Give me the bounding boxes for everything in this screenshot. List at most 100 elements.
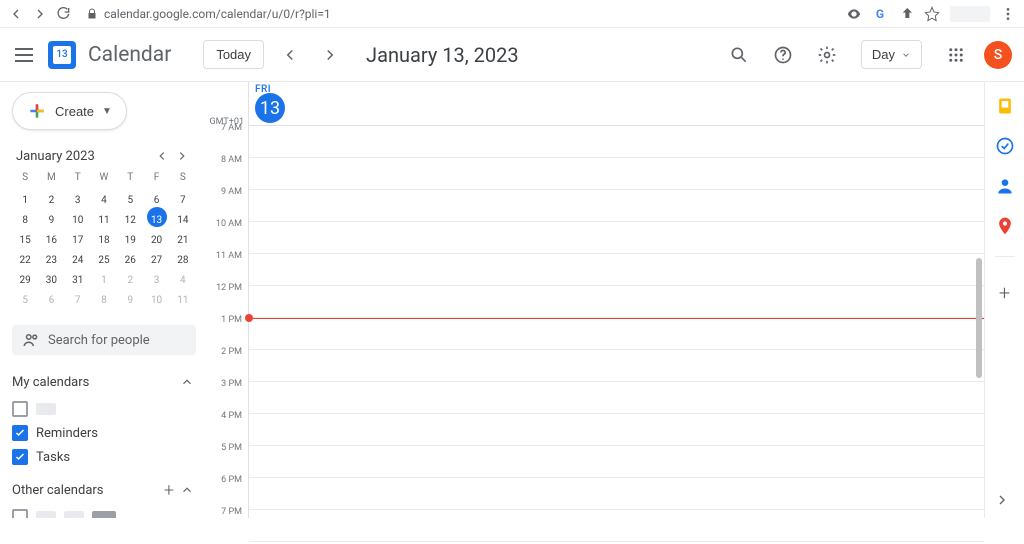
mini-day[interactable]: 22 bbox=[15, 247, 35, 267]
hour-row[interactable] bbox=[249, 190, 984, 222]
hour-row[interactable] bbox=[249, 222, 984, 254]
hour-row[interactable] bbox=[249, 286, 984, 318]
mini-day[interactable]: 30 bbox=[41, 267, 61, 287]
calendar-logo[interactable]: 13 bbox=[48, 41, 76, 69]
mini-day[interactable]: 16 bbox=[41, 227, 61, 247]
keep-icon[interactable] bbox=[995, 96, 1015, 116]
mini-day[interactable]: 14 bbox=[173, 207, 193, 227]
mini-day[interactable]: 10 bbox=[147, 287, 167, 307]
hour-row[interactable] bbox=[249, 350, 984, 382]
mini-day[interactable]: 27 bbox=[147, 247, 167, 267]
hour-row[interactable] bbox=[249, 446, 984, 478]
reload-icon[interactable] bbox=[56, 6, 72, 22]
mini-next-button[interactable] bbox=[172, 146, 192, 166]
mini-day[interactable]: 1 bbox=[94, 267, 114, 287]
mini-day[interactable]: 21 bbox=[173, 227, 193, 247]
calendar-checkbox[interactable] bbox=[12, 509, 28, 518]
mini-day[interactable]: 10 bbox=[68, 207, 88, 227]
mini-day[interactable]: 6 bbox=[147, 187, 167, 207]
mini-day[interactable]: 7 bbox=[173, 187, 193, 207]
view-switcher[interactable]: Day bbox=[861, 40, 922, 69]
mini-day[interactable]: 20 bbox=[147, 227, 167, 247]
chevron-down-icon: ▼ bbox=[102, 106, 112, 117]
add-addon-button[interactable]: + bbox=[999, 281, 1010, 305]
create-button[interactable]: Create ▼ bbox=[12, 92, 127, 130]
mini-day[interactable]: 6 bbox=[41, 287, 61, 307]
hour-row[interactable] bbox=[249, 414, 984, 446]
today-button[interactable]: Today bbox=[203, 40, 264, 69]
my-calendars-toggle[interactable]: My calendars bbox=[12, 369, 196, 395]
app-title: Calendar bbox=[88, 43, 171, 67]
mini-day[interactable]: 8 bbox=[15, 207, 35, 227]
help-icon[interactable] bbox=[771, 43, 795, 67]
mini-day[interactable]: 9 bbox=[41, 207, 61, 227]
search-people-input[interactable]: Search for people bbox=[12, 325, 196, 355]
add-calendar-button[interactable]: + bbox=[160, 481, 178, 499]
my-calendars-title: My calendars bbox=[12, 375, 89, 390]
calendar-checkbox[interactable] bbox=[12, 425, 28, 441]
scrollbar-thumb[interactable] bbox=[976, 258, 982, 378]
calendar-checkbox[interactable] bbox=[12, 401, 28, 417]
hour-row[interactable] bbox=[249, 382, 984, 414]
mini-day[interactable]: 28 bbox=[173, 247, 193, 267]
mini-day[interactable]: 24 bbox=[68, 247, 88, 267]
redacted-label bbox=[36, 403, 56, 415]
calendar-checkbox[interactable] bbox=[12, 449, 28, 465]
account-avatar[interactable]: S bbox=[984, 41, 1012, 69]
side-panel-toggle[interactable] bbox=[992, 490, 1012, 510]
tasks-icon[interactable] bbox=[995, 136, 1015, 156]
lock-icon bbox=[86, 8, 98, 20]
mini-day[interactable]: 3 bbox=[147, 267, 167, 287]
mini-day[interactable]: 25 bbox=[94, 247, 114, 267]
mini-day[interactable]: 3 bbox=[68, 187, 88, 207]
mini-day[interactable]: 5 bbox=[15, 287, 35, 307]
mini-dayname: T bbox=[117, 168, 143, 187]
hour-row[interactable] bbox=[249, 126, 984, 158]
eye-icon[interactable] bbox=[846, 6, 862, 22]
back-icon[interactable] bbox=[8, 6, 24, 22]
mini-day[interactable]: 17 bbox=[68, 227, 88, 247]
mini-day[interactable]: 23 bbox=[41, 247, 61, 267]
maps-icon[interactable] bbox=[995, 216, 1015, 236]
apps-icon[interactable] bbox=[944, 43, 968, 67]
mini-day[interactable]: 1 bbox=[15, 187, 35, 207]
mini-day[interactable]: 4 bbox=[173, 267, 193, 287]
mini-day[interactable]: 11 bbox=[94, 207, 114, 227]
mini-day[interactable]: 31 bbox=[68, 267, 88, 287]
mini-day[interactable]: 18 bbox=[94, 227, 114, 247]
hour-row[interactable] bbox=[249, 158, 984, 190]
url-bar[interactable]: calendar.google.com/calendar/u/0/r?pli=1 bbox=[80, 7, 838, 21]
mini-day[interactable]: 2 bbox=[120, 267, 140, 287]
forward-icon[interactable] bbox=[32, 6, 48, 22]
hour-row[interactable] bbox=[249, 510, 984, 542]
mini-day[interactable]: 4 bbox=[94, 187, 114, 207]
menu-icon[interactable] bbox=[12, 43, 36, 67]
mini-day[interactable]: 2 bbox=[41, 187, 61, 207]
mini-day[interactable]: 29 bbox=[15, 267, 35, 287]
share-icon[interactable] bbox=[898, 6, 914, 22]
hour-row[interactable] bbox=[249, 318, 984, 350]
mini-day[interactable]: 13 bbox=[147, 207, 167, 227]
mini-prev-button[interactable] bbox=[152, 146, 172, 166]
mini-day[interactable]: 19 bbox=[120, 227, 140, 247]
settings-icon[interactable] bbox=[815, 43, 839, 67]
prev-day-button[interactable] bbox=[276, 41, 304, 69]
mini-day[interactable]: 15 bbox=[15, 227, 35, 247]
star-icon[interactable] bbox=[924, 6, 940, 22]
hour-row[interactable] bbox=[249, 478, 984, 510]
mini-day[interactable]: 26 bbox=[120, 247, 140, 267]
kebab-icon[interactable] bbox=[1000, 6, 1016, 22]
search-icon[interactable] bbox=[727, 43, 751, 67]
mini-day[interactable]: 7 bbox=[68, 287, 88, 307]
day-number[interactable]: 13 bbox=[255, 93, 285, 123]
google-icon[interactable]: G bbox=[872, 6, 888, 22]
hour-row[interactable] bbox=[249, 254, 984, 286]
mini-day[interactable]: 11 bbox=[173, 287, 193, 307]
mini-day[interactable]: 5 bbox=[120, 187, 140, 207]
mini-day[interactable]: 9 bbox=[120, 287, 140, 307]
mini-day[interactable]: 8 bbox=[94, 287, 114, 307]
next-day-button[interactable] bbox=[316, 41, 344, 69]
other-calendars-toggle[interactable]: Other calendars + bbox=[12, 477, 196, 503]
contacts-icon[interactable] bbox=[995, 176, 1015, 196]
mini-day[interactable]: 12 bbox=[120, 207, 140, 227]
